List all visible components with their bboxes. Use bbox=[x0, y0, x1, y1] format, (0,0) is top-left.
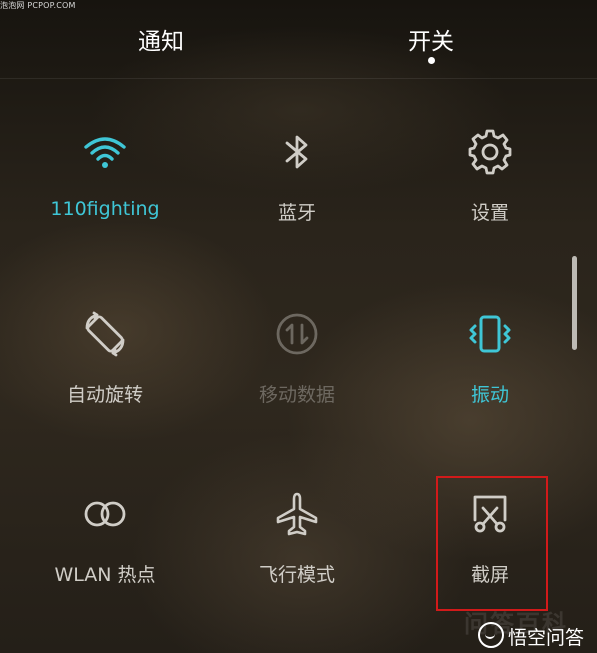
wukong-logo-icon bbox=[478, 622, 504, 648]
tab-switches[interactable]: 开关 bbox=[408, 22, 454, 56]
scrollbar[interactable] bbox=[572, 256, 577, 350]
airplane-icon bbox=[276, 492, 318, 536]
tile-label: 振动 bbox=[470, 384, 509, 406]
tab-notifications[interactable]: 通知 bbox=[138, 22, 184, 56]
panel-tab-bar: 通知 开关 bbox=[0, 0, 597, 78]
toggle-wifi[interactable]: 110fighting bbox=[10, 128, 200, 258]
hotspot-icon bbox=[84, 501, 126, 527]
tab-divider bbox=[0, 78, 597, 79]
tile-label: 110fighting bbox=[50, 198, 160, 220]
toggle-bluetooth[interactable]: 蓝牙 bbox=[202, 128, 392, 258]
wukong-watermark: 问答百科 悟空问答 bbox=[464, 610, 597, 653]
tile-label: 设置 bbox=[470, 202, 509, 224]
auto-rotate-icon bbox=[85, 311, 125, 357]
wifi-icon bbox=[84, 137, 126, 168]
toggle-wlan-hotspot[interactable]: WLAN 热点 bbox=[10, 490, 200, 620]
vibrate-icon bbox=[469, 315, 511, 353]
toggle-mobile-data[interactable]: 移动数据 bbox=[202, 310, 392, 440]
tile-label: WLAN 热点 bbox=[54, 564, 156, 586]
mobile-data-icon bbox=[276, 313, 318, 355]
tile-label: 自动旋转 bbox=[66, 384, 143, 406]
selected-tab-indicator bbox=[428, 57, 435, 64]
gear-icon bbox=[468, 129, 512, 175]
tile-label: 蓝牙 bbox=[277, 202, 316, 224]
open-settings[interactable]: 设置 bbox=[395, 128, 585, 258]
watermark-account: 悟空问答 bbox=[508, 627, 585, 649]
tile-label: 移动数据 bbox=[258, 384, 335, 406]
bluetooth-icon bbox=[285, 135, 308, 169]
toggle-vibrate[interactable]: 振动 bbox=[395, 310, 585, 440]
screenshot-highlight-box bbox=[436, 476, 548, 611]
tile-label: 飞行模式 bbox=[258, 564, 335, 586]
toggle-auto-rotate[interactable]: 自动旋转 bbox=[10, 310, 200, 440]
toggle-airplane-mode[interactable]: 飞行模式 bbox=[202, 490, 392, 620]
